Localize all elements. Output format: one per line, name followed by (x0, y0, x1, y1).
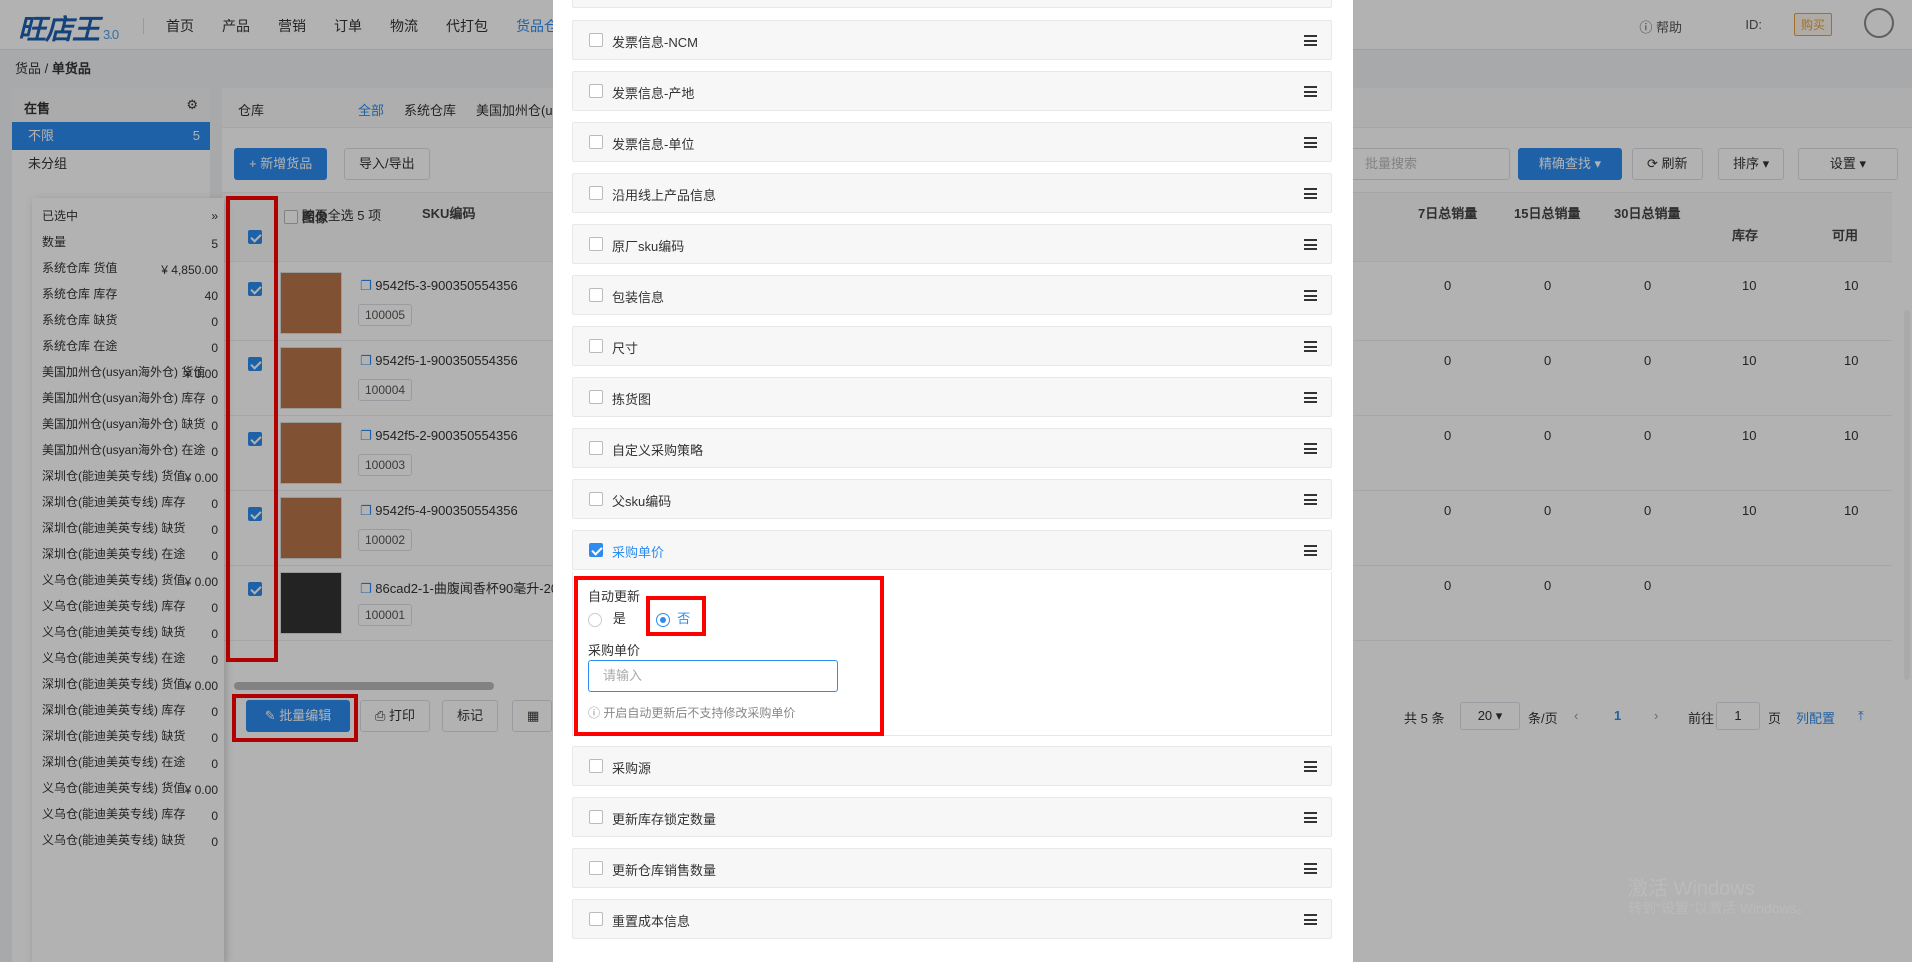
drag-handle-icon[interactable] (1304, 494, 1317, 505)
field-option[interactable]: 沿用线上产品信息 (572, 173, 1332, 213)
field-checkbox[interactable] (589, 861, 603, 875)
drag-handle-icon[interactable] (1304, 341, 1317, 352)
field-checkbox[interactable] (589, 912, 603, 926)
field-option[interactable]: 尺寸 (572, 326, 1332, 366)
highlight-no-option (646, 596, 706, 636)
drag-handle-icon[interactable] (1304, 188, 1317, 199)
drag-handle-icon[interactable] (1304, 914, 1317, 925)
drag-handle-icon[interactable] (1304, 35, 1317, 46)
field-checkbox[interactable] (589, 441, 603, 455)
field-checkbox[interactable] (589, 543, 603, 557)
batch-edit-modal: 发票信息-NCM 发票信息-产地 发票信息-单位沿用线上产品信息 原厂sku编码 包装信… (553, 0, 1353, 962)
drag-handle-icon[interactable] (1304, 545, 1317, 556)
drag-handle-icon[interactable] (1304, 812, 1317, 823)
page-scrollbar[interactable] (1904, 310, 1910, 680)
field-label: 沿用线上产品信息 (612, 188, 717, 203)
field-option[interactable]: 更新库存锁定数量 (572, 797, 1332, 837)
field-option[interactable]: 自定义采购策略 (572, 428, 1332, 468)
field-label: 原厂sku编码 (612, 239, 685, 254)
drag-handle-icon[interactable] (1304, 443, 1317, 454)
field-label: 采购源 (612, 761, 652, 776)
field-label: 更新仓库销售数量 (612, 863, 717, 878)
drag-handle-icon[interactable] (1304, 761, 1317, 772)
field-label: 重置成本信息 (612, 914, 691, 929)
field-checkbox[interactable] (589, 390, 603, 404)
field-option[interactable]: 发票信息-NCM (572, 20, 1332, 60)
field-checkbox[interactable] (589, 288, 603, 302)
windows-watermark-title: 激活 Windows (1628, 878, 1755, 900)
field-option[interactable]: 发票信息-产地 (572, 71, 1332, 111)
field-label: 拣货图 (612, 392, 652, 407)
field-option[interactable]: 父sku编码 (572, 479, 1332, 519)
field-label: 更新库存锁定数量 (612, 812, 717, 827)
field-row-top (572, 0, 1332, 8)
field-checkbox[interactable] (589, 135, 603, 149)
field-checkbox[interactable] (589, 33, 603, 47)
field-option[interactable]: 更新仓库销售数量 (572, 848, 1332, 888)
field-label: 父sku编码 (612, 494, 672, 509)
field-label: 采购单价 (612, 545, 665, 560)
field-checkbox[interactable] (589, 810, 603, 824)
field-option[interactable]: 发票信息-单位 (572, 122, 1332, 162)
field-checkbox[interactable] (589, 759, 603, 773)
highlight-auto-update (574, 576, 884, 736)
drag-handle-icon[interactable] (1304, 392, 1317, 403)
field-option[interactable]: 采购源 (572, 746, 1332, 786)
windows-watermark-text: 转到"设置"以激活 Windows。 (1628, 900, 1811, 916)
field-label: 发票信息-产地 (612, 86, 695, 101)
field-option[interactable]: 重置成本信息 (572, 899, 1332, 939)
field-checkbox[interactable] (589, 339, 603, 353)
drag-handle-icon[interactable] (1304, 239, 1317, 250)
field-label: 自定义采购策略 (612, 443, 704, 458)
field-label: 发票信息-单位 (612, 137, 695, 152)
field-option[interactable]: 采购单价 (572, 530, 1332, 570)
drag-handle-icon[interactable] (1304, 290, 1317, 301)
field-option[interactable]: 原厂sku编码 (572, 224, 1332, 264)
drag-handle-icon[interactable] (1304, 137, 1317, 148)
drag-handle-icon[interactable] (1304, 86, 1317, 97)
field-checkbox[interactable] (589, 186, 603, 200)
field-checkbox[interactable] (589, 237, 603, 251)
field-option[interactable]: 拣货图 (572, 377, 1332, 417)
field-checkbox[interactable] (589, 84, 603, 98)
field-checkbox[interactable] (589, 492, 603, 506)
field-label: 发票信息-NCM (612, 35, 698, 50)
field-label: 尺寸 (612, 341, 639, 356)
drag-handle-icon[interactable] (1304, 863, 1317, 874)
field-option[interactable]: 包装信息 (572, 275, 1332, 315)
field-label: 包装信息 (612, 290, 665, 305)
